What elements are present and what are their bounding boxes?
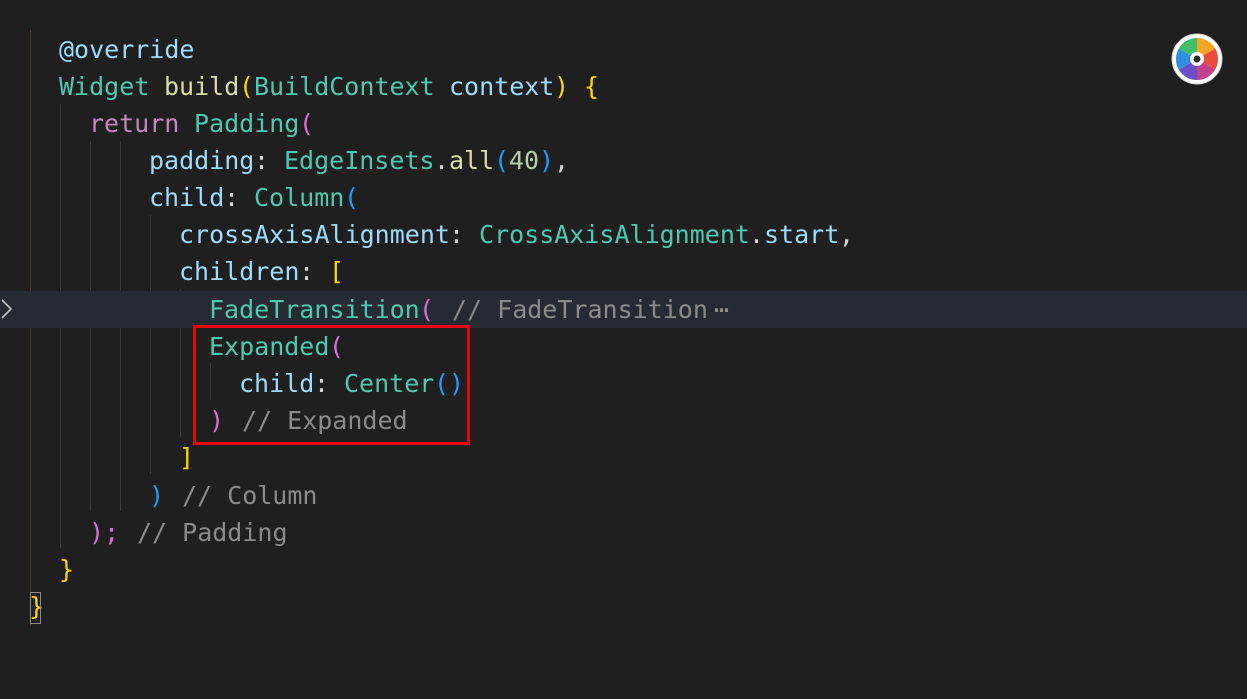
comment-token: // FadeTransition <box>452 295 708 324</box>
property-token: crossAxisAlignment <box>179 220 450 249</box>
function-token: build <box>164 72 240 101</box>
chevron-right-icon[interactable] <box>0 297 14 321</box>
function-token: all <box>449 146 495 175</box>
bracket-token: ( <box>344 183 360 212</box>
code-line[interactable]: return Padding ( <box>0 105 1247 142</box>
code-line[interactable]: ] <box>0 439 1247 476</box>
bracket-token: ( <box>494 146 510 175</box>
property-token: padding <box>149 146 255 175</box>
type-token: Widget <box>59 72 150 101</box>
punctuation-token: . <box>434 146 450 175</box>
code-line[interactable]: } <box>0 551 1247 588</box>
member-token: start <box>764 220 840 249</box>
annotation-token: @override <box>59 35 195 64</box>
keyword-token: return <box>89 109 180 138</box>
fold-ellipsis[interactable]: ⋯ <box>714 291 729 328</box>
type-token: EdgeInsets <box>284 146 435 175</box>
punctuation-token: : <box>224 183 240 212</box>
punctuation-token: : <box>299 257 315 286</box>
code-editor[interactable]: @override Widget build ( BuildContext co… <box>0 0 1247 658</box>
code-line[interactable]: crossAxisAlignment : CrossAxisAlignment … <box>0 216 1247 253</box>
bracket-token: ); <box>89 518 120 547</box>
code-line[interactable]: @override <box>0 31 1247 68</box>
code-line[interactable]: ); // Padding <box>0 514 1247 551</box>
brace-token: { <box>584 72 600 101</box>
code-line[interactable]: children : [ <box>0 253 1247 290</box>
code-line[interactable]: child : Center () <box>0 365 1247 402</box>
code-line[interactable]: } <box>0 588 1247 625</box>
highlight-annotation-box <box>193 325 470 445</box>
property-token: child <box>149 183 225 212</box>
type-token: Column <box>254 183 345 212</box>
code-line[interactable]: ) // Column <box>0 477 1247 514</box>
bracket-match-cursor <box>30 592 41 624</box>
folded-code-line[interactable]: FadeTransition ( // FadeTransition ⋯ <box>0 291 1247 328</box>
parameter-token: context <box>449 72 555 101</box>
code-line[interactable]: child : Column ( <box>0 179 1247 216</box>
comment-token: // Padding <box>137 518 288 547</box>
bracket-token: ( <box>419 295 435 324</box>
code-line[interactable]: Expanded ( <box>0 328 1247 365</box>
brace-token: } <box>59 555 75 584</box>
type-token: FadeTransition <box>209 295 420 324</box>
comment-token: // Column <box>182 481 318 510</box>
bracket-token: ) <box>539 146 555 175</box>
property-token: children <box>179 257 300 286</box>
bracket-token: [ <box>329 257 345 286</box>
code-line[interactable]: ) // Expanded <box>0 402 1247 439</box>
code-line[interactable]: padding : EdgeInsets . all ( 40 ) , <box>0 142 1247 179</box>
type-token: CrossAxisAlignment <box>479 220 750 249</box>
punctuation-token: , <box>554 146 570 175</box>
number-token: 40 <box>509 146 540 175</box>
punctuation-token: , <box>839 220 855 249</box>
bracket-token: ) <box>554 72 570 101</box>
punctuation-token: : <box>254 146 270 175</box>
code-line[interactable]: Widget build ( BuildContext context ) { <box>0 68 1247 105</box>
type-token: BuildContext <box>254 72 435 101</box>
bracket-token: ] <box>179 443 195 472</box>
color-wheel-icon[interactable] <box>1171 33 1223 85</box>
bracket-token: ( <box>299 109 315 138</box>
bracket-token: ( <box>239 72 255 101</box>
punctuation-token: . <box>749 220 765 249</box>
bracket-token: ) <box>149 481 165 510</box>
punctuation-token: : <box>449 220 465 249</box>
type-token: Padding <box>194 109 300 138</box>
